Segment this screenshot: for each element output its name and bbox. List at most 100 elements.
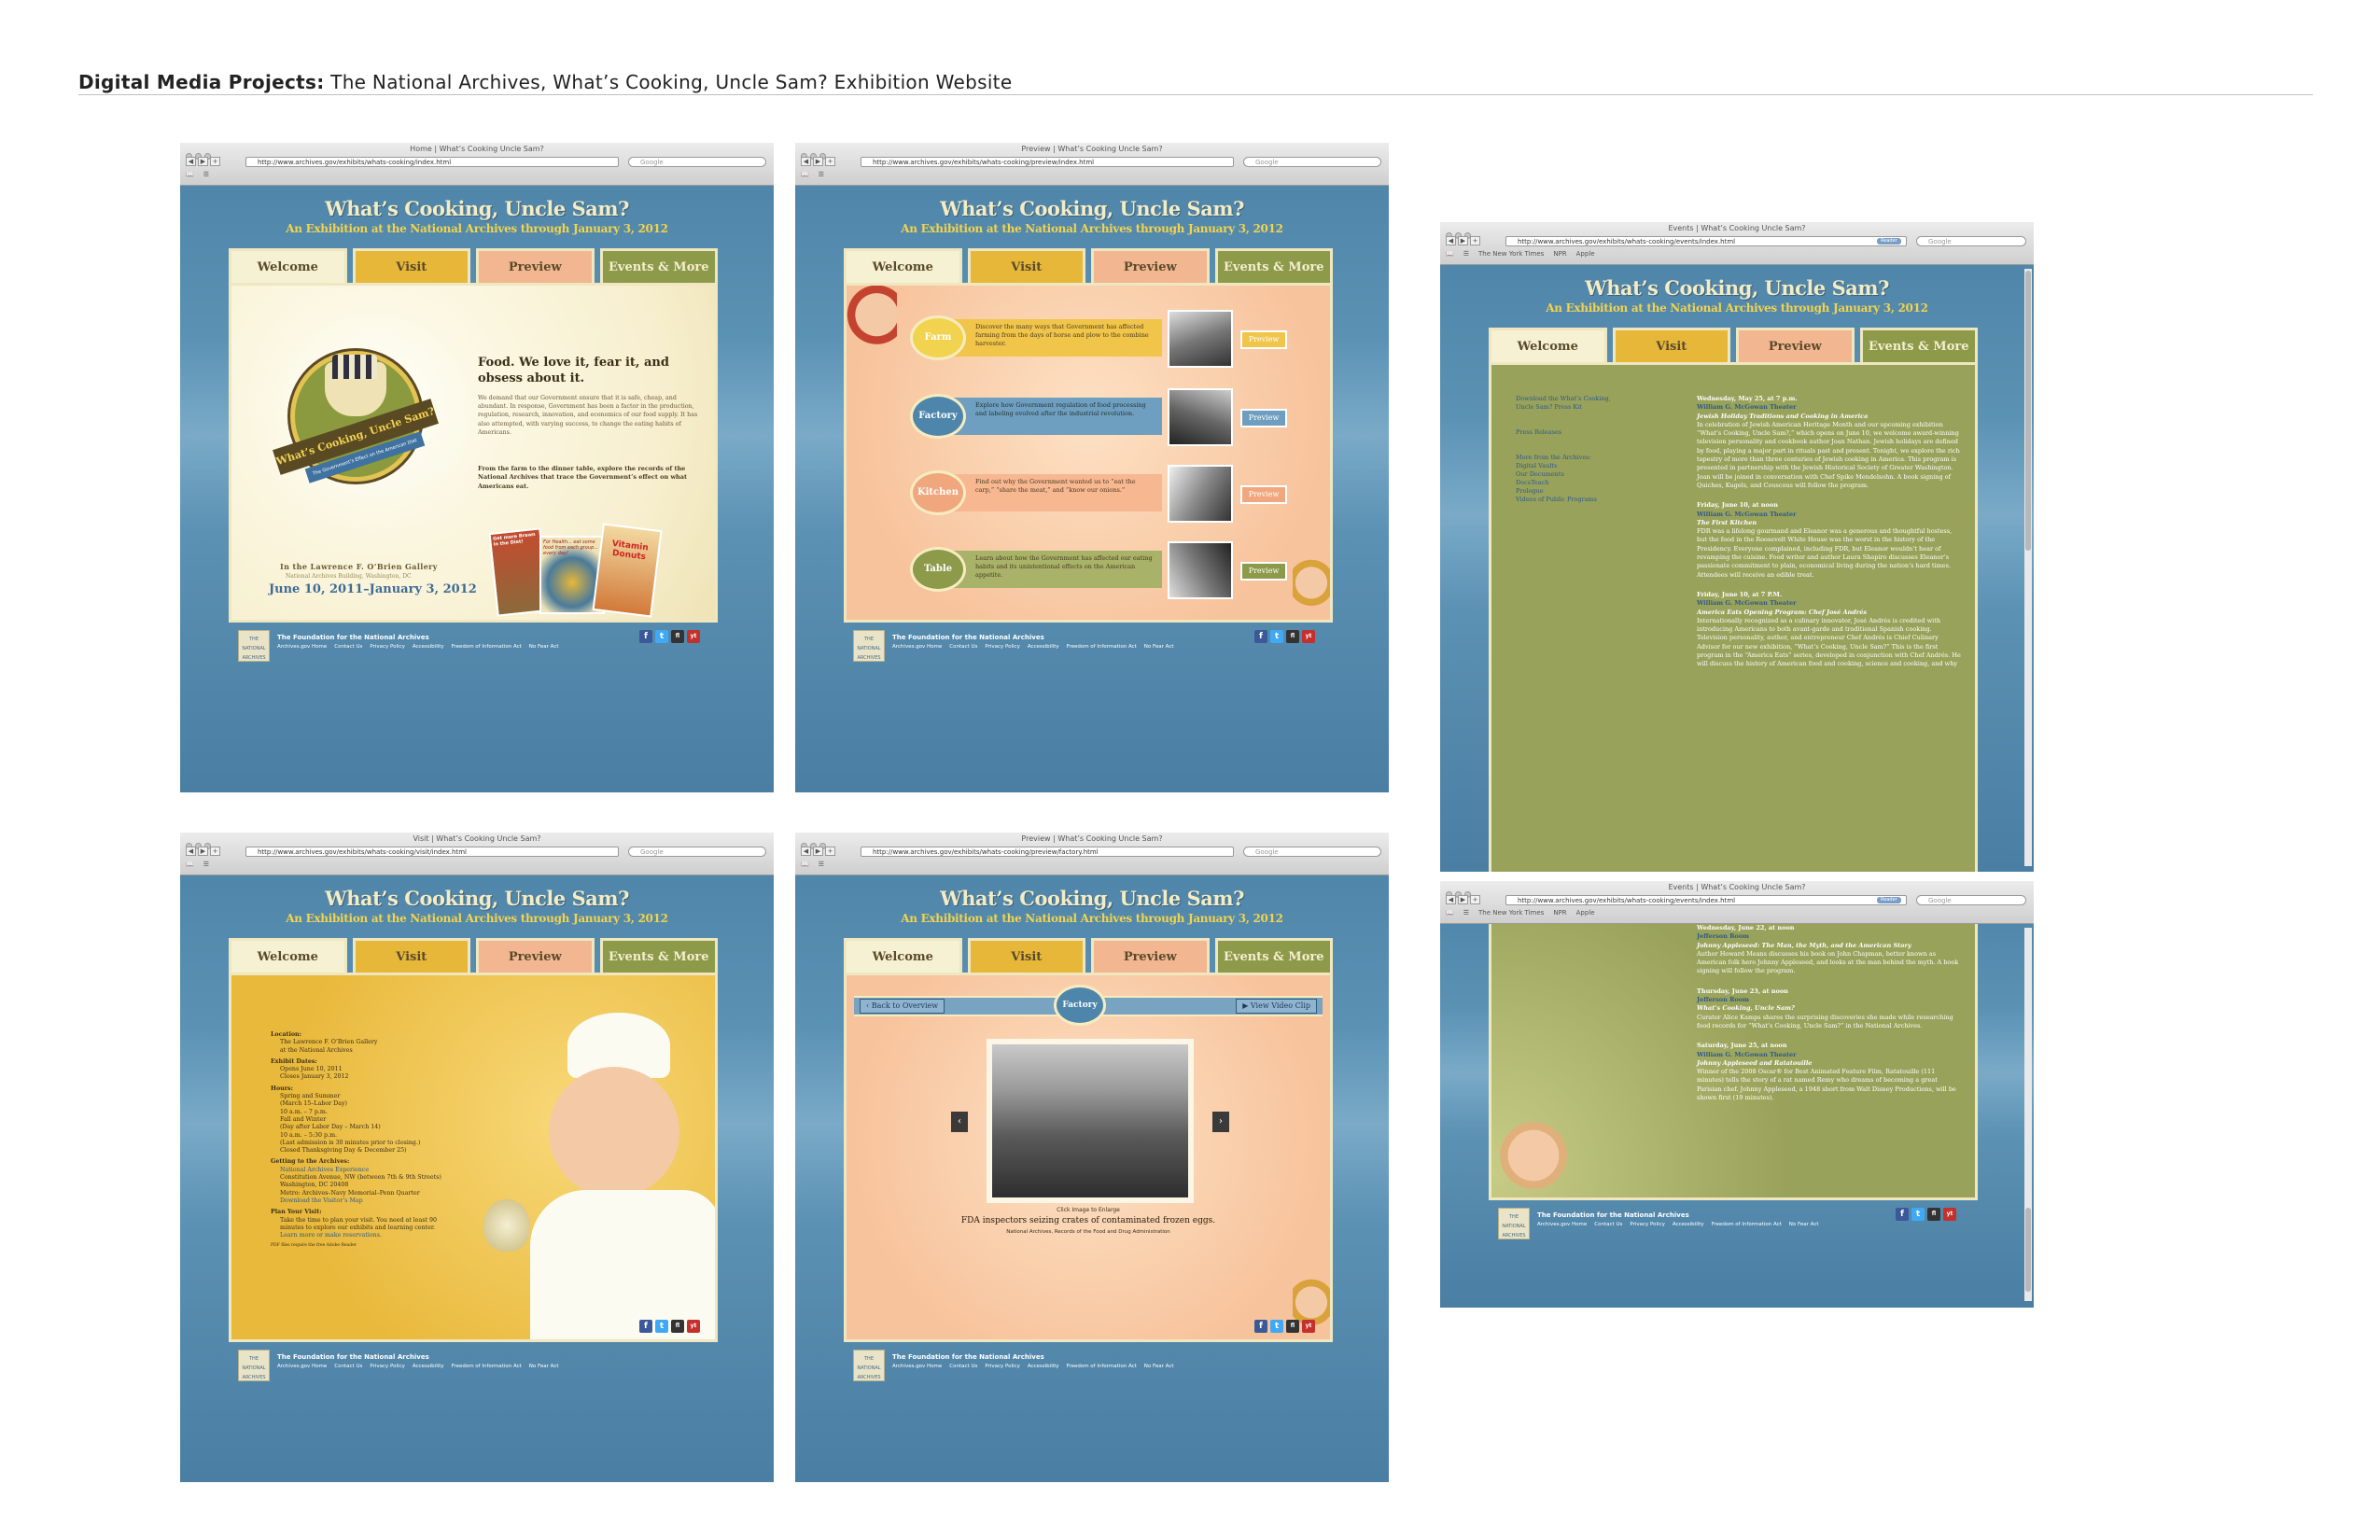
flickr-icon[interactable]: fl: [1927, 1208, 1940, 1221]
footer-link[interactable]: No Fear Act: [1144, 1364, 1174, 1369]
add-bookmark-button[interactable]: +: [1470, 236, 1480, 245]
preview-row-table[interactable]: Table Learn about how the Government has…: [910, 541, 1287, 599]
foundation-link[interactable]: The Foundation for the National Archives: [1537, 1211, 1689, 1219]
bookmark-link[interactable]: NPR: [1553, 909, 1566, 917]
tab-visit[interactable]: Visit: [967, 938, 1085, 973]
tab-visit[interactable]: Visit: [352, 938, 470, 973]
videos-link[interactable]: Videos of Public Programs: [1516, 496, 1618, 504]
tab-events[interactable]: Events & More: [599, 248, 718, 284]
back-button[interactable]: ◀: [186, 847, 196, 856]
footer-link[interactable]: Contact Us: [334, 1364, 362, 1369]
reading-list-icon[interactable]: 📖: [801, 861, 809, 868]
footer-link[interactable]: Freedom of Information Act: [452, 644, 522, 650]
foundation-link[interactable]: The Foundation for the National Archives: [277, 1353, 429, 1361]
tab-visit[interactable]: Visit: [352, 248, 470, 284]
docsteach-link[interactable]: DocsTeach: [1516, 479, 1618, 487]
twitter-icon[interactable]: t: [1911, 1208, 1925, 1221]
footer-link[interactable]: No Fear Act: [1789, 1222, 1819, 1227]
reading-list-icon[interactable]: 📖: [186, 171, 194, 178]
footer-link[interactable]: Archives.gov Home: [277, 1364, 327, 1369]
preview-button[interactable]: Preview: [1240, 562, 1287, 581]
forward-button[interactable]: ▶: [813, 157, 823, 166]
back-button[interactable]: ◀: [1446, 895, 1456, 904]
footer-link[interactable]: No Fear Act: [529, 644, 559, 650]
tab-welcome[interactable]: Welcome: [844, 248, 962, 284]
search-field[interactable]: Google: [1243, 847, 1381, 857]
add-bookmark-button[interactable]: +: [210, 847, 220, 856]
facebook-icon[interactable]: f: [1254, 630, 1267, 643]
event-venue-link[interactable]: William G. McGowan Theater: [1697, 511, 1962, 519]
youtube-icon[interactable]: yt: [687, 630, 700, 643]
add-bookmark-button[interactable]: +: [825, 847, 835, 856]
add-bookmark-button[interactable]: +: [210, 157, 220, 166]
reader-button[interactable]: Reader: [1877, 238, 1901, 245]
foundation-link[interactable]: The Foundation for the National Archives: [277, 634, 429, 641]
bookmarks-icon[interactable]: ☰: [203, 171, 209, 178]
footer-link[interactable]: Privacy Policy: [985, 1364, 1019, 1369]
facebook-icon[interactable]: f: [1896, 1208, 1909, 1221]
next-arrow[interactable]: ›: [1212, 1112, 1229, 1132]
foundation-link[interactable]: The Foundation for the National Archives: [892, 1353, 1044, 1361]
factory-photo-large[interactable]: [987, 1039, 1194, 1203]
url-field[interactable]: http://www.archives.gov/exhibits/whats-c…: [861, 847, 1234, 857]
back-button[interactable]: ◀: [801, 847, 811, 856]
footer-link[interactable]: Contact Us: [334, 644, 362, 650]
reading-list-icon[interactable]: 📖: [1446, 250, 1454, 258]
facebook-icon[interactable]: f: [639, 630, 652, 643]
preview-button[interactable]: Preview: [1240, 409, 1287, 427]
farm-photo[interactable]: [1168, 310, 1233, 368]
twitter-icon[interactable]: t: [1270, 630, 1283, 643]
url-field[interactable]: http://www.archives.gov/exhibits/whats-c…: [861, 157, 1234, 167]
reading-list-icon[interactable]: 📖: [801, 171, 809, 178]
footer-link[interactable]: Archives.gov Home: [892, 644, 942, 650]
reading-list-icon[interactable]: 📖: [186, 861, 194, 868]
event-venue-link[interactable]: Jefferson Room: [1697, 996, 1962, 1004]
national-archives-logo[interactable]: THE NATIONAL ARCHIVES: [238, 630, 270, 662]
preview-button[interactable]: Preview: [1240, 485, 1287, 504]
reader-button[interactable]: Reader: [1877, 897, 1901, 903]
tab-preview[interactable]: Preview: [476, 248, 595, 284]
visit-link[interactable]: Learn more or make reservations.: [271, 1232, 504, 1239]
prologue-link[interactable]: Prologue: [1516, 487, 1618, 496]
forward-button[interactable]: ▶: [198, 847, 208, 856]
back-button[interactable]: ◀: [1446, 236, 1456, 245]
bookmarks-icon[interactable]: ☰: [1463, 909, 1469, 917]
footer-link[interactable]: Freedom of Information Act: [1067, 1364, 1137, 1369]
our-documents-link[interactable]: Our Documents: [1516, 470, 1618, 479]
tab-welcome[interactable]: Welcome: [229, 938, 347, 973]
preview-row-farm[interactable]: Farm Discover the many ways that Governm…: [910, 310, 1287, 368]
tab-welcome[interactable]: Welcome: [229, 248, 347, 284]
url-field[interactable]: http://www.archives.gov/exhibits/whats-c…: [245, 157, 619, 167]
footer-link[interactable]: No Fear Act: [1144, 644, 1174, 650]
bookmark-link[interactable]: The New York Times: [1478, 250, 1544, 258]
flickr-icon[interactable]: fl: [1286, 630, 1299, 643]
flickr-icon[interactable]: fl: [671, 630, 684, 643]
bookmark-link[interactable]: NPR: [1553, 250, 1566, 258]
add-bookmark-button[interactable]: +: [825, 157, 835, 166]
forward-button[interactable]: ▶: [1458, 236, 1468, 245]
view-video-clip-button[interactable]: ▶ View Video Clip: [1236, 999, 1317, 1014]
bookmark-link[interactable]: Apple: [1576, 909, 1595, 917]
youtube-icon[interactable]: yt: [687, 1320, 700, 1333]
footer-link[interactable]: Accessibility: [413, 644, 444, 650]
national-archives-logo[interactable]: THE NATIONAL ARCHIVES: [853, 1350, 885, 1381]
footer-link[interactable]: Contact Us: [949, 644, 977, 650]
search-field[interactable]: Google: [1916, 895, 2026, 905]
tab-welcome[interactable]: Welcome: [1489, 328, 1607, 363]
twitter-icon[interactable]: t: [655, 630, 668, 643]
footer-link[interactable]: Archives.gov Home: [892, 1364, 942, 1369]
youtube-icon[interactable]: yt: [1302, 1320, 1315, 1333]
url-field[interactable]: http://www.archives.gov/exhibits/whats-c…: [1505, 236, 1907, 246]
flickr-icon[interactable]: fl: [1286, 1320, 1299, 1333]
url-field[interactable]: http://www.archives.gov/exhibits/whats-c…: [245, 847, 619, 857]
table-photo[interactable]: [1168, 541, 1233, 599]
facebook-icon[interactable]: f: [639, 1320, 652, 1333]
event-venue-link[interactable]: William G. McGowan Theater: [1697, 403, 1962, 412]
back-button[interactable]: ◀: [801, 157, 811, 166]
event-venue-link[interactable]: William G. McGowan Theater: [1697, 599, 1962, 608]
footer-link[interactable]: Accessibility: [1028, 1364, 1059, 1369]
back-button[interactable]: ◀: [186, 157, 196, 166]
press-kit-link[interactable]: Download the What’s Cooking, Uncle Sam? …: [1516, 395, 1618, 412]
footer-link[interactable]: Archives.gov Home: [277, 644, 327, 650]
twitter-icon[interactable]: t: [1270, 1320, 1283, 1333]
